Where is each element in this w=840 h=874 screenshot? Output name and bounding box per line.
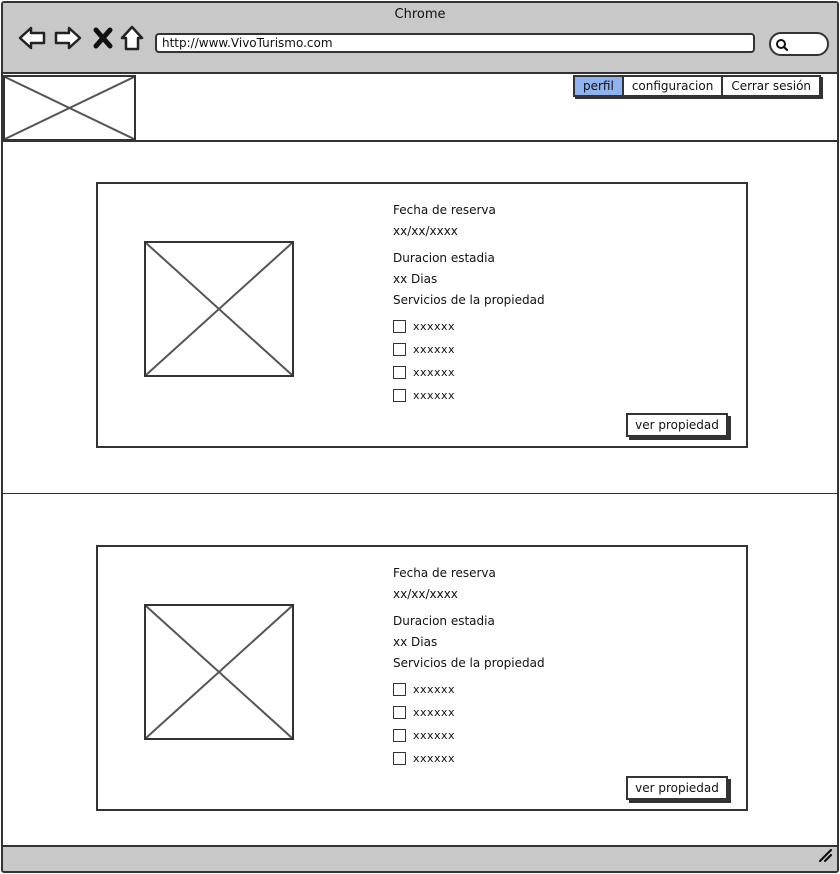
servicio-label: xxxxxx	[413, 343, 456, 356]
servicio-label: xxxxxx	[413, 389, 456, 402]
duracion-value: xx Dias	[393, 635, 438, 649]
servicio-label: xxxxxx	[413, 752, 456, 765]
servicio-label: xxxxxx	[413, 729, 456, 742]
forward-arrow-icon[interactable]	[53, 23, 83, 53]
servicio-label: xxxxxx	[413, 683, 456, 696]
browser-toolbar: Chrome http://www.VivoTurismo.com	[3, 3, 837, 74]
browser-search-field[interactable]	[769, 32, 829, 56]
duracion-label: Duracion estadia	[393, 614, 495, 628]
tab-perfil[interactable]: perfil	[573, 75, 623, 97]
account-nav: perfil configuracion Cerrar sesión	[573, 75, 822, 99]
list-item: xxxxxx	[393, 747, 693, 770]
browser-window: Chrome http://www.VivoTurismo.com perfil…	[1, 1, 839, 873]
fecha-value: xx/xx/xxxx	[393, 224, 458, 238]
logo-image-placeholder	[3, 75, 136, 141]
list-item: xxxxxx	[393, 338, 693, 361]
list-item: xxxxxx	[393, 315, 693, 338]
ver-propiedad-button[interactable]: ver propiedad	[626, 776, 728, 800]
servicios-label: Servicios de la propiedad	[393, 293, 545, 307]
property-image-placeholder	[144, 241, 294, 377]
list-item: xxxxxx	[393, 724, 693, 747]
reservation-card: Fecha de reserva xx/xx/xxxx Duracion est…	[96, 182, 748, 448]
reservation-card: Fecha de reserva xx/xx/xxxx Duracion est…	[96, 545, 748, 811]
servicio-checkbox[interactable]	[393, 706, 406, 719]
servicio-checkbox[interactable]	[393, 343, 406, 356]
fecha-label: Fecha de reserva	[393, 566, 496, 580]
servicios-list: xxxxxx xxxxxx xxxxxx xxxxxx	[393, 678, 693, 770]
servicio-label: xxxxxx	[413, 320, 456, 333]
section-divider	[3, 493, 837, 494]
reservation-details: Fecha de reserva xx/xx/xxxx Duracion est…	[393, 565, 693, 770]
servicios-label: Servicios de la propiedad	[393, 656, 545, 670]
browser-status-bar	[3, 845, 837, 871]
list-item: xxxxxx	[393, 701, 693, 724]
browser-title: Chrome	[394, 7, 446, 22]
duracion-value: xx Dias	[393, 272, 438, 286]
fecha-value: xx/xx/xxxx	[393, 587, 458, 601]
servicio-label: xxxxxx	[413, 706, 456, 719]
duracion-label: Duracion estadia	[393, 251, 495, 265]
close-x-icon[interactable]	[91, 23, 121, 53]
list-item: xxxxxx	[393, 361, 693, 384]
reservation-details: Fecha de reserva xx/xx/xxxx Duracion est…	[393, 202, 693, 407]
tab-cerrar-sesion[interactable]: Cerrar sesión	[722, 75, 822, 97]
property-image-placeholder	[144, 604, 294, 740]
servicio-checkbox[interactable]	[393, 729, 406, 742]
servicio-checkbox[interactable]	[393, 752, 406, 765]
servicios-list: xxxxxx xxxxxx xxxxxx xxxxxx	[393, 315, 693, 407]
url-input[interactable]: http://www.VivoTurismo.com	[155, 33, 755, 53]
back-arrow-icon[interactable]	[17, 23, 47, 53]
fecha-label: Fecha de reserva	[393, 203, 496, 217]
ver-propiedad-button[interactable]: ver propiedad	[626, 413, 728, 437]
site-header: perfil configuracion Cerrar sesión	[3, 74, 837, 142]
servicio-checkbox[interactable]	[393, 366, 406, 379]
list-item: xxxxxx	[393, 384, 693, 407]
servicio-checkbox[interactable]	[393, 683, 406, 696]
servicio-checkbox[interactable]	[393, 389, 406, 402]
servicio-checkbox[interactable]	[393, 320, 406, 333]
home-icon[interactable]	[118, 23, 148, 53]
tab-configuracion[interactable]: configuracion	[622, 75, 723, 97]
servicio-label: xxxxxx	[413, 366, 456, 379]
resize-grip-icon[interactable]	[817, 847, 833, 867]
list-item: xxxxxx	[393, 678, 693, 701]
